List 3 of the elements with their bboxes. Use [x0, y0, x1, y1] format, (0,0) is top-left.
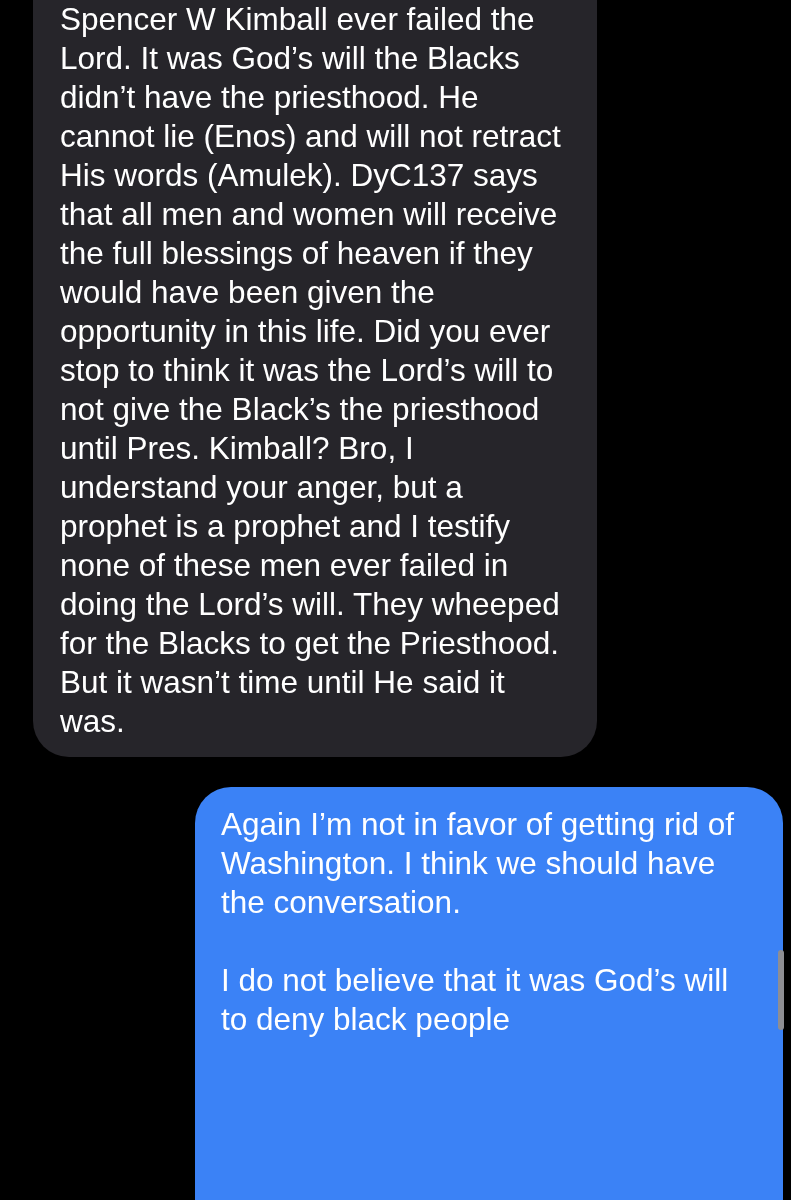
message-text: Spencer W Kimball ever failed the Lord. It was God’s will the Blacks didn’t have the priesthood. He cannot lie (Enos) and will not retract His words (Amulek). DyC137 says that all men and women will receive the full blessings of heaven if they would have been given the opportunity in this life. Did you ever stop to think it was the Lord’s will to not give the Black’s the priesthood until Pres. Kimball? Bro, I understand your anger, but a prophet is a prophet and I testify none of these men ever failed in doing the Lord’s will. They wheeped for the Blacks to get the Priesthood. But it wasn’t time until He said it was. — [60, 0, 562, 741]
message-text: Again I’m not in favor of getting rid of Washington. I think we should have the conversation. — [221, 805, 736, 922]
message-text: I do not believe that it was God’s will to deny black people — [221, 961, 730, 1039]
